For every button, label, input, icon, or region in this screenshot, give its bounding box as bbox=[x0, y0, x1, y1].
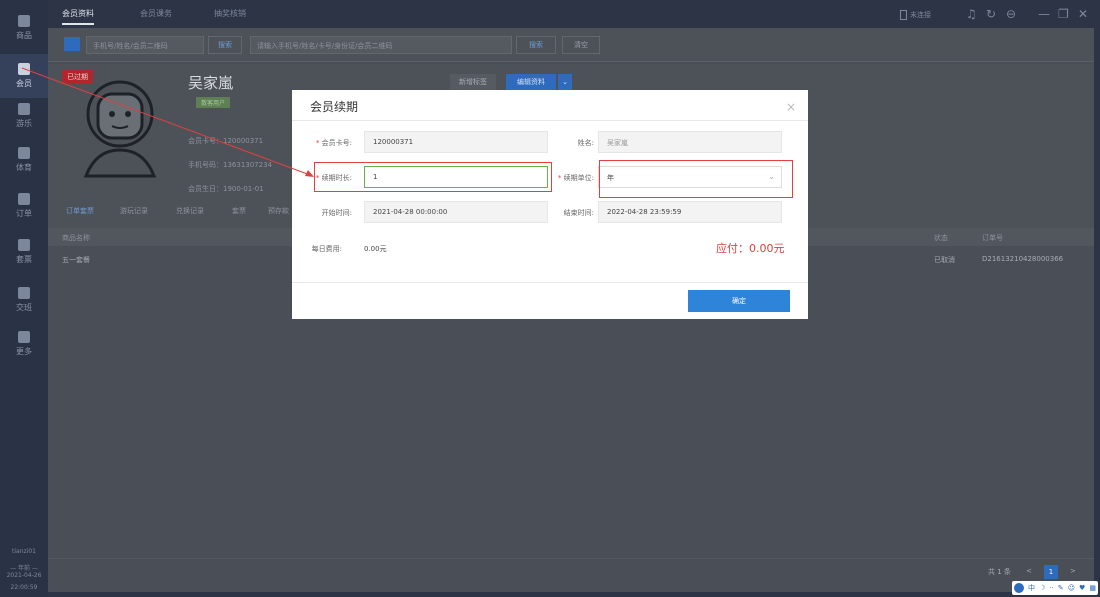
ime-tray[interactable]: 中 ☽ ·· ✎ ☺ ♥ ▦ bbox=[1012, 581, 1098, 595]
dots-icon: ·· bbox=[1049, 584, 1054, 592]
ime-logo-icon bbox=[1014, 583, 1024, 593]
emoji-icon: ☺ bbox=[1067, 584, 1075, 592]
grid-icon: ▦ bbox=[1089, 584, 1096, 592]
tool-icon: ✎ bbox=[1057, 584, 1064, 592]
annotation-arrow bbox=[21, 67, 314, 177]
ime-mode: 中 bbox=[1028, 584, 1036, 592]
moon-icon: ☽ bbox=[1039, 584, 1046, 592]
shirt-icon: ♥ bbox=[1079, 584, 1086, 592]
